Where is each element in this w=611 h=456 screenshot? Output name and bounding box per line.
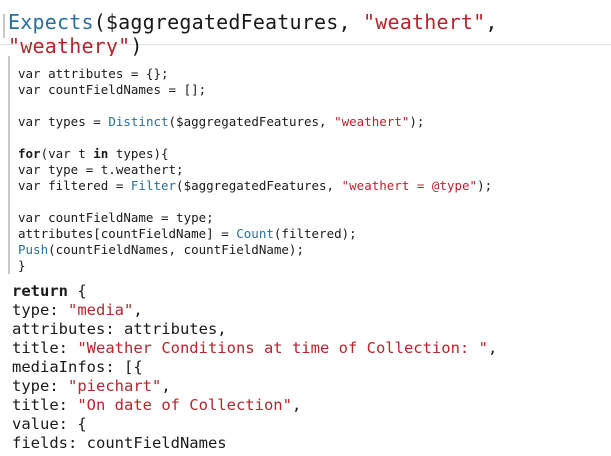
code-token: attributes: attributes, <box>12 320 227 338</box>
code-token: (countFieldNames, countFieldName); <box>48 242 304 257</box>
code-token: var types = <box>18 114 109 129</box>
code-token: ($aggregatedFeatures, <box>93 10 363 34</box>
code-line: return { <box>12 282 87 301</box>
code-line: for(var t in types){ <box>18 146 169 162</box>
function-token: Distinct <box>108 114 169 129</box>
code-token: var countFieldNames = []; <box>18 82 207 97</box>
code-token: , <box>487 339 498 357</box>
code-line: var countFieldName = type; <box>18 210 214 226</box>
string-token: "piechart" <box>68 377 162 395</box>
code-token: var countFieldName = type; <box>18 210 214 225</box>
code-token: , <box>133 301 143 319</box>
expects-line-panel: Expects($aggregatedFeatures, "weathert",… <box>0 0 611 58</box>
code-line: } <box>18 258 26 274</box>
code-line: fields: countFieldNames <box>12 434 227 453</box>
expects-code-line: Expects($aggregatedFeatures, "weathert",… <box>8 10 611 58</box>
code-token: types){ <box>108 146 169 161</box>
string-token: "Weather Conditions at time of Collectio… <box>77 339 488 357</box>
code-token: { <box>68 282 87 300</box>
code-token: fields: countFieldNames <box>12 434 227 452</box>
code-line: var attributes = {}; <box>18 66 169 82</box>
code-line: type: "media", <box>12 301 143 320</box>
code-token: } <box>18 258 26 273</box>
code-token: type: <box>12 301 68 319</box>
keyword-token: return <box>12 282 68 300</box>
code-token: ); <box>477 178 493 193</box>
code-line: attributes: attributes, <box>12 320 227 339</box>
function-token: Expects <box>8 10 94 34</box>
code-line: var countFieldNames = []; <box>18 82 206 98</box>
code-line: attributes[countFieldName] = Count(filte… <box>18 226 357 242</box>
keyword-token: in <box>93 146 109 161</box>
code-token: , <box>291 396 302 414</box>
string-token: "weathert" <box>334 114 410 129</box>
function-token: Push <box>18 242 49 257</box>
code-line: title: "On date of Collection", <box>12 396 301 415</box>
code-line: title: "Weather Conditions at time of Co… <box>12 339 497 358</box>
function-token: Count <box>236 226 274 241</box>
code-block-panel: var attributes = {}; var countFieldNames … <box>8 56 611 274</box>
code-token: (filtered); <box>273 226 357 241</box>
code-token: ) <box>130 34 143 58</box>
code-line: type: "piechart", <box>12 377 171 396</box>
string-token: "weathery" <box>8 34 131 58</box>
code-token: var filtered = <box>18 178 131 193</box>
string-token: "On date of Collection" <box>77 396 292 414</box>
code-token: ($aggregatedFeatures, <box>168 114 335 129</box>
code-token: , <box>485 10 498 34</box>
code-token: value: { <box>12 415 87 433</box>
code-token: var attributes = {}; <box>18 66 169 81</box>
string-token: "media" <box>68 301 134 319</box>
function-token: Filter <box>130 178 177 193</box>
code-token: , <box>161 377 171 395</box>
code-line: value: { <box>12 415 87 434</box>
code-token: ($aggregatedFeatures, <box>176 178 342 193</box>
code-token: (var t <box>40 146 94 161</box>
code-line: Push(countFieldNames, countFieldName); <box>18 242 304 258</box>
return-block-panel: return { type: "media", attributes: attr… <box>8 280 611 456</box>
code-token: mediaInfos: [{ <box>12 358 143 376</box>
editor-gutter-marker <box>3 14 5 38</box>
code-line: mediaInfos: [{ <box>12 358 143 377</box>
code-line: var type = t.weathert; <box>18 162 184 178</box>
code-line: var filtered = Filter($aggregatedFeature… <box>18 178 492 194</box>
code-token: var type = t.weathert; <box>18 162 184 177</box>
code-line: var types = Distinct($aggregatedFeatures… <box>18 114 424 130</box>
code-token: title: <box>12 339 78 357</box>
string-token: "weathert = @type" <box>341 178 478 193</box>
string-token: "weathert" <box>363 10 486 34</box>
code-token: ); <box>409 114 425 129</box>
keyword-token: for <box>18 146 41 161</box>
code-token: type: <box>12 377 68 395</box>
code-token: attributes[countFieldName] = <box>18 226 237 241</box>
code-token: title: <box>12 396 78 414</box>
